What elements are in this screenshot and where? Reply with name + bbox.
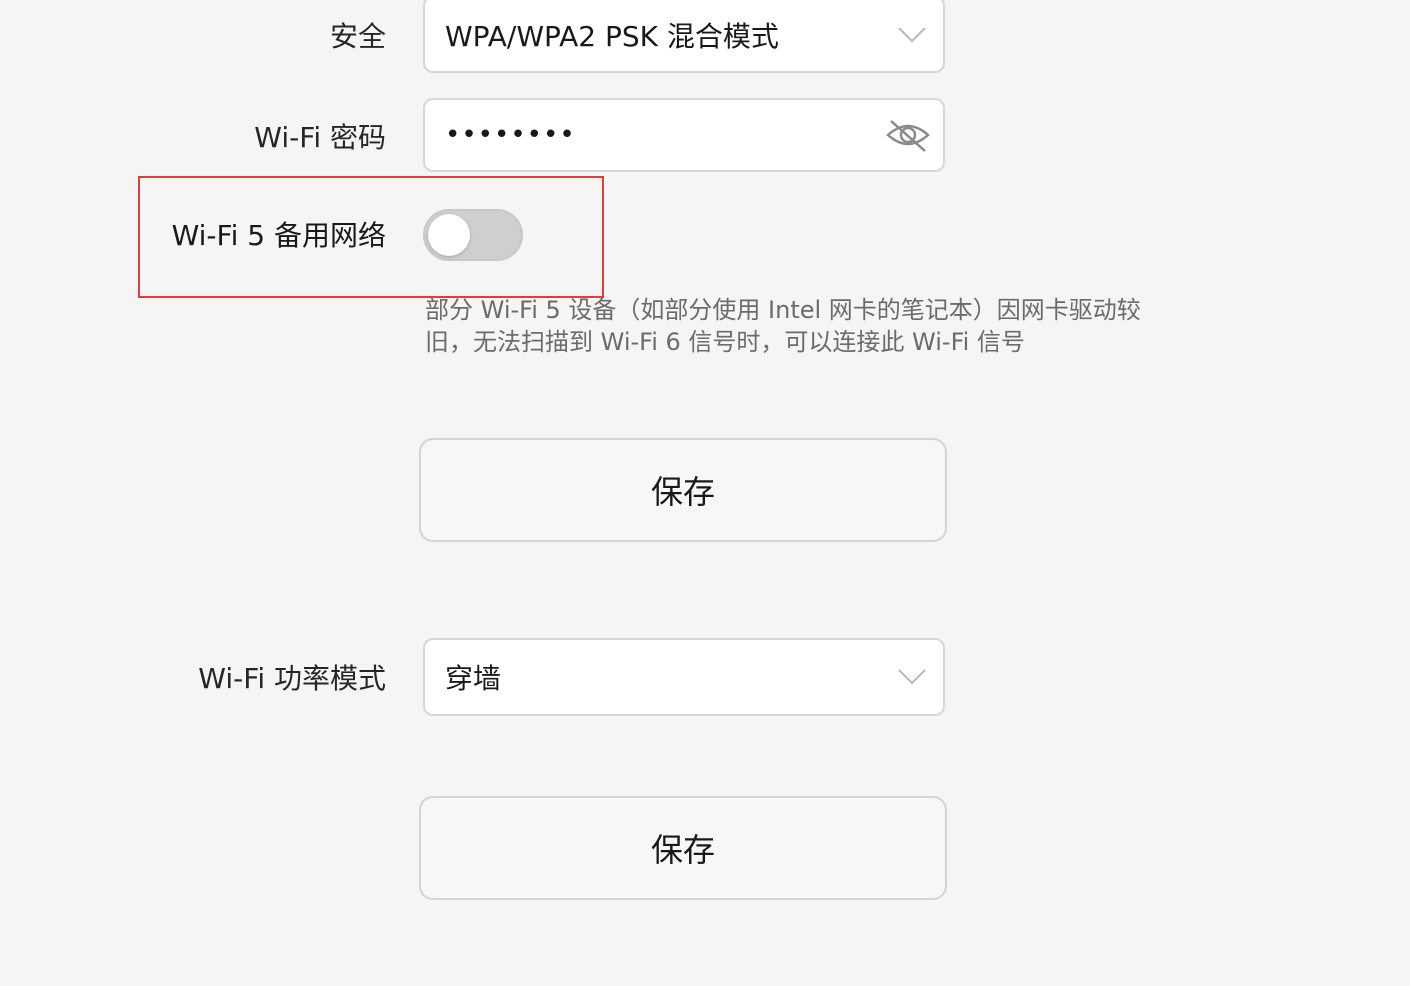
save-button[interactable]: 保存 <box>419 796 947 900</box>
power-mode-label: Wi-Fi 功率模式 <box>198 662 386 695</box>
security-value: WPA/WPA2 PSK 混合模式 <box>445 19 779 53</box>
save-button[interactable]: 保存 <box>419 438 947 542</box>
eye-hidden-icon[interactable] <box>885 115 931 155</box>
password-value: •••••••• <box>445 120 576 150</box>
security-label: 安全 <box>329 20 386 53</box>
security-select[interactable]: WPA/WPA2 PSK 混合模式 <box>423 0 945 73</box>
wifi5-backup-toggle[interactable] <box>423 209 523 261</box>
password-label: Wi-Fi 密码 <box>254 121 386 154</box>
chevron-down-icon <box>898 669 926 685</box>
power-mode-value: 穿墙 <box>445 662 502 695</box>
wifi5-backup-hint: 部分 Wi-Fi 5 设备（如部分使用 Intel 网卡的笔记本）因网卡驱动较旧… <box>425 296 1141 356</box>
password-field[interactable]: •••••••• <box>423 98 945 172</box>
toggle-knob <box>428 214 470 256</box>
chevron-down-icon <box>898 26 926 42</box>
power-mode-select[interactable]: 穿墙 <box>423 638 945 716</box>
wifi5-backup-label: Wi-Fi 5 备用网络 <box>171 219 386 252</box>
